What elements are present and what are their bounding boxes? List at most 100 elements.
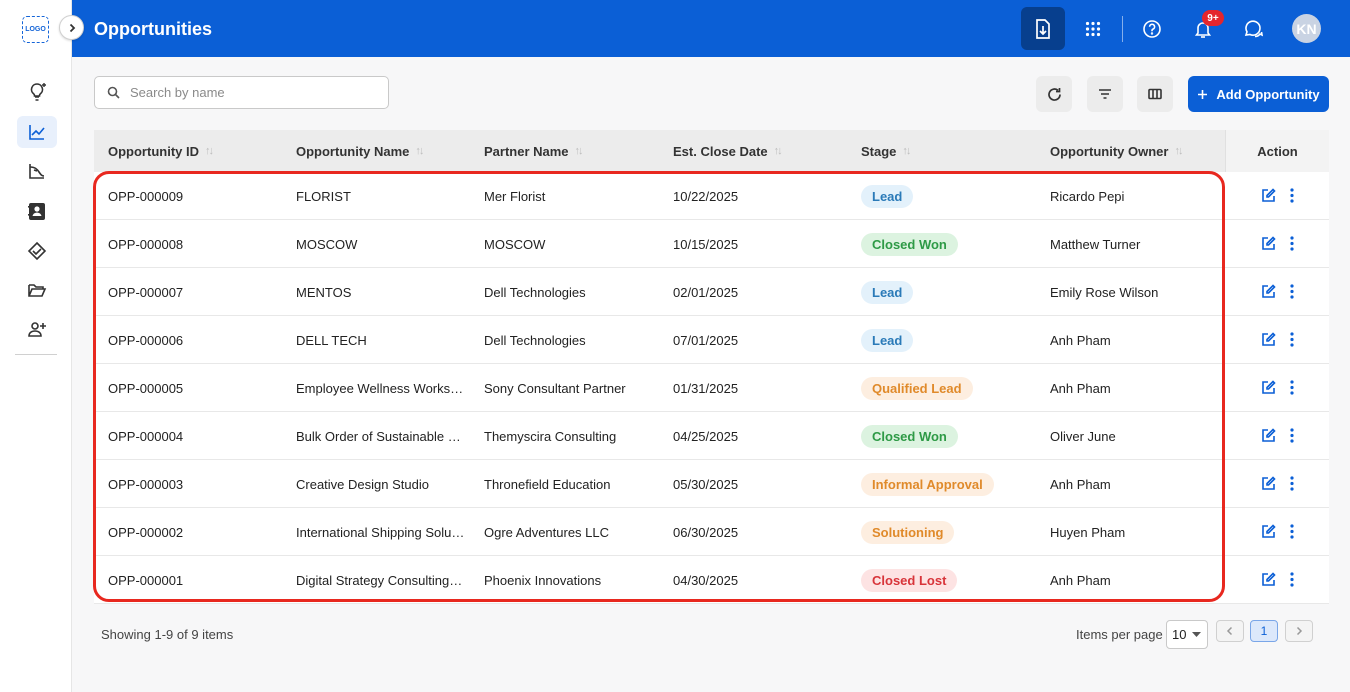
row-actions	[1225, 556, 1329, 604]
col-header-close-date[interactable]: Est. Close Date ↑↓	[673, 130, 783, 172]
table-row[interactable]: OPP-000001 Digital Strategy Consulting… Ph…	[94, 556, 1329, 604]
table-row[interactable]: OPP-000005 Employee Wellness Works… Sony C…	[94, 364, 1329, 412]
items-per-page-label: Items per page	[1076, 627, 1163, 642]
cell-id: OPP-000003	[108, 476, 184, 492]
row-actions	[1225, 412, 1329, 460]
sidebar-item-add-user[interactable]	[17, 313, 57, 345]
cell-name: FLORIST	[296, 188, 351, 204]
user-add-icon	[28, 322, 46, 337]
chat-bubble-icon	[1244, 20, 1264, 38]
apps-grid-icon	[1085, 21, 1101, 37]
more-vertical-icon[interactable]	[1289, 524, 1294, 539]
cell-owner: Oliver June	[1050, 428, 1116, 444]
stage-cell: Closed Lost	[861, 556, 958, 604]
table-row[interactable]: OPP-000004 Bulk Order of Sustainable … The…	[94, 412, 1329, 460]
sidebar-item-files[interactable]	[17, 274, 57, 306]
page-title: Opportunities	[94, 19, 212, 39]
table-row[interactable]: OPP-000003 Creative Design Studio Thronefi…	[94, 460, 1329, 508]
sort-icon[interactable]: ↑↓	[415, 145, 424, 157]
chat-button[interactable]	[1238, 14, 1268, 44]
cell-partner: Phoenix Innovations	[484, 572, 602, 588]
cell-id: OPP-000008	[108, 236, 184, 252]
search-icon	[107, 86, 120, 99]
col-header-stage[interactable]: Stage ↑↓	[861, 130, 911, 172]
more-vertical-icon[interactable]	[1289, 236, 1294, 251]
chart-line-icon	[29, 125, 45, 140]
stage-badge: Closed Won	[861, 232, 958, 256]
cell-close: 01/31/2025	[673, 380, 739, 396]
more-vertical-icon[interactable]	[1289, 428, 1294, 443]
edit-icon[interactable]	[1261, 284, 1276, 299]
cell-owner: Huyen Pham	[1050, 524, 1126, 540]
col-header-owner[interactable]: Opportunity Owner ↑↓	[1050, 130, 1183, 172]
prev-page-button[interactable]	[1216, 620, 1244, 642]
stage-cell: Qualified Lead	[861, 364, 973, 412]
pagination-summary: Showing 1-9 of 9 items	[101, 627, 234, 642]
sort-icon[interactable]: ↑↓	[575, 145, 584, 157]
table-row[interactable]: OPP-000008 MOSCOW MOSCOW 10/15/2025 Closed W…	[94, 220, 1329, 268]
sidebar-item-ideas[interactable]	[17, 76, 57, 108]
search-input[interactable]	[130, 85, 370, 100]
table-row[interactable]: OPP-000009 FLORIST Mer Florist 10/22/2025 Le…	[94, 172, 1329, 220]
sidebar-item-deals[interactable]	[17, 235, 57, 267]
cell-name: Bulk Order of Sustainable …	[296, 428, 461, 444]
search-box[interactable]	[94, 76, 389, 109]
edit-icon[interactable]	[1261, 236, 1276, 251]
more-vertical-icon[interactable]	[1289, 572, 1294, 587]
row-actions	[1225, 268, 1329, 316]
cell-name: DELL TECH	[296, 332, 367, 348]
col-header-opportunity-name[interactable]: Opportunity Name ↑↓	[296, 130, 424, 172]
help-button[interactable]	[1137, 14, 1167, 44]
table-row[interactable]: OPP-000006 DELL TECH Dell Technologies 07/0…	[94, 316, 1329, 364]
stage-badge: Solutioning	[861, 520, 955, 544]
handshake-tag-icon	[27, 241, 47, 261]
edit-icon[interactable]	[1261, 188, 1276, 203]
sidebar-collapse-button[interactable]	[59, 15, 84, 40]
refresh-button[interactable]	[1036, 76, 1072, 112]
chart-trend-icon	[29, 164, 45, 179]
sort-icon[interactable]: ↑↓	[902, 145, 911, 157]
col-header-partner-name[interactable]: Partner Name ↑↓	[484, 130, 584, 172]
edit-icon[interactable]	[1261, 332, 1276, 347]
sort-icon[interactable]: ↑↓	[1174, 145, 1183, 157]
cell-id: OPP-000005	[108, 380, 184, 396]
table-row[interactable]: OPP-000002 International Shipping Solu… Og…	[94, 508, 1329, 556]
add-opportunity-button[interactable]: Add Opportunity	[1188, 76, 1329, 112]
sort-icon[interactable]: ↑↓	[205, 145, 214, 157]
stage-cell: Informal Approval	[861, 460, 994, 508]
sort-icon[interactable]: ↑↓	[774, 145, 783, 157]
edit-icon[interactable]	[1261, 524, 1276, 539]
col-header-opportunity-id[interactable]: Opportunity ID ↑↓	[108, 130, 214, 172]
more-vertical-icon[interactable]	[1289, 380, 1294, 395]
more-vertical-icon[interactable]	[1289, 476, 1294, 491]
items-per-page-value: 10	[1172, 627, 1187, 642]
more-vertical-icon[interactable]	[1289, 332, 1294, 347]
cell-close: 06/30/2025	[673, 524, 739, 540]
stage-cell: Lead	[861, 172, 914, 220]
more-vertical-icon[interactable]	[1289, 188, 1294, 203]
user-avatar[interactable]: KN	[1292, 14, 1321, 43]
cell-owner: Emily Rose Wilson	[1050, 284, 1159, 300]
export-button[interactable]	[1021, 7, 1065, 50]
cell-owner: Ricardo Pepi	[1050, 188, 1125, 204]
table-header: Opportunity ID ↑↓ Opportunity Name ↑↓ Part…	[94, 130, 1329, 172]
items-per-page-select[interactable]: 10	[1166, 620, 1208, 649]
columns-button[interactable]	[1137, 76, 1173, 112]
sidebar-item-forecast[interactable]	[17, 155, 57, 187]
page-button-current[interactable]: 1	[1250, 620, 1278, 642]
edit-icon[interactable]	[1261, 380, 1276, 395]
stage-cell: Closed Won	[861, 220, 958, 268]
edit-icon[interactable]	[1261, 572, 1276, 587]
table-row[interactable]: OPP-000007 MENTOS Dell Technologies 02/01/2…	[94, 268, 1329, 316]
apps-grid-button[interactable]	[1078, 14, 1108, 44]
more-vertical-icon[interactable]	[1289, 284, 1294, 299]
row-actions	[1225, 172, 1329, 220]
sidebar-item-opportunities[interactable]	[17, 116, 57, 148]
edit-icon[interactable]	[1261, 476, 1276, 491]
sidebar-item-contacts[interactable]	[17, 195, 57, 227]
filter-button[interactable]	[1087, 76, 1123, 112]
edit-icon[interactable]	[1261, 428, 1276, 443]
cell-name: Employee Wellness Works…	[296, 380, 464, 396]
next-page-button[interactable]	[1285, 620, 1313, 642]
stage-badge: Informal Approval	[861, 472, 994, 496]
